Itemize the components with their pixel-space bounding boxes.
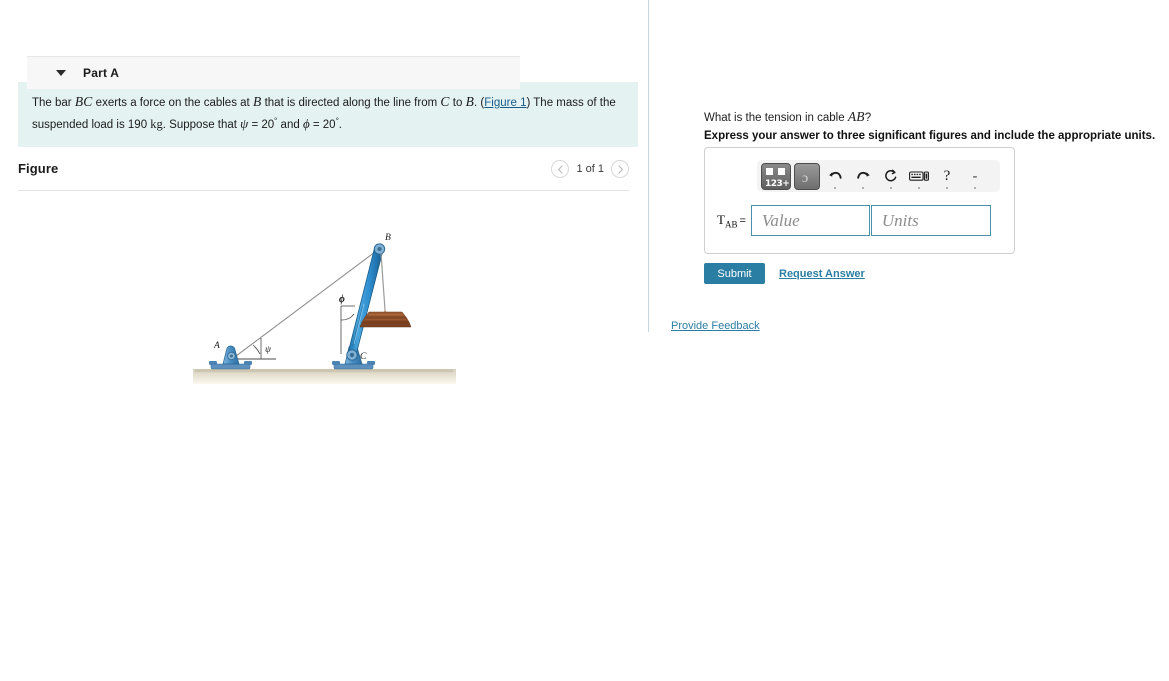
template-picker-label: 123+ <box>765 178 790 189</box>
sqrt-picker-button[interactable]: ɔ <box>794 162 820 190</box>
template-picker-button[interactable]: 123+ <box>761 162 791 190</box>
figure-prev-button[interactable] <box>551 160 570 178</box>
pin-b-inner <box>377 247 382 251</box>
redo-button[interactable] <box>850 162 876 190</box>
undo-arrow-icon <box>828 171 842 179</box>
keyboard-button[interactable] <box>906 162 932 190</box>
chevron-left-icon <box>558 164 563 174</box>
part-a-header[interactable]: Part A <box>27 56 520 89</box>
support-c-bolt-left <box>332 361 340 365</box>
left-column: The bar BC exerts a force on the cables … <box>0 0 648 681</box>
problem-text-1: The bar <box>32 97 75 109</box>
submit-button[interactable]: Submit <box>704 263 765 284</box>
answer-variable-t: T <box>717 211 725 227</box>
label-point-c: C <box>360 352 367 362</box>
help-button[interactable]: ? <box>934 162 960 190</box>
problem-text-4: to <box>449 97 466 109</box>
support-a-pin-inner <box>230 354 233 358</box>
value-input[interactable]: Value <box>750 205 870 236</box>
suspended-load <box>359 311 412 328</box>
part-a-question: What is the tension in cable AB? <box>704 109 871 125</box>
question-text: What is the tension in cable <box>704 112 848 124</box>
support-a-bolt-right <box>244 361 252 365</box>
problem-phi-eq: = 20 <box>309 118 336 131</box>
problem-statement-panel: The bar BC exerts a force on the cables … <box>18 82 638 147</box>
help-label: ? <box>943 167 951 184</box>
page-root: The bar BC exerts a force on the cables … <box>0 0 1169 681</box>
minimize-indicator-dot <box>974 187 976 189</box>
label-point-a: A <box>213 341 220 351</box>
reset-circular-arrow-icon <box>885 169 897 181</box>
redo-arrow-icon <box>857 171 870 179</box>
units-placeholder: Units <box>881 210 919 230</box>
crane-diagram-svg: ψ A C B ϕ <box>193 228 456 384</box>
problem-var-b2: B <box>465 94 475 109</box>
support-c-baseplate <box>333 363 374 370</box>
support-a-bolt-left <box>209 361 217 365</box>
value-placeholder: Value <box>761 210 800 230</box>
question-variable-ab: AB <box>847 109 865 124</box>
reset-indicator-dot <box>890 187 892 189</box>
figure-illustration[interactable]: ψ A C B ϕ <box>193 228 456 384</box>
undo-indicator-dot <box>834 187 836 189</box>
equals-sign: = <box>739 214 746 227</box>
template-square-2-icon <box>778 167 785 175</box>
problem-text-2: exerts a force on the cables at <box>92 97 253 109</box>
label-point-b: B <box>385 233 391 243</box>
answer-input-row: TAB = Value Units <box>717 205 991 236</box>
problem-var-c: C <box>440 94 450 109</box>
question-text-end: ? <box>864 112 872 124</box>
figure-divider <box>18 190 629 191</box>
pin-c-inner <box>349 352 355 358</box>
figure-page-indicator: 1 of 1 <box>576 163 604 175</box>
problem-text-end: . <box>338 118 342 131</box>
answer-variable-label: TAB <box>717 212 737 230</box>
ground-line <box>195 369 453 373</box>
part-a-label: Part A <box>83 66 120 80</box>
support-a-baseplate <box>210 363 251 370</box>
problem-text-3: that is directed along the line from <box>261 97 441 109</box>
problem-text-7: . Suppose that <box>162 118 241 131</box>
problem-var-bc: BC <box>74 94 93 109</box>
figure-pager: 1 of 1 <box>551 160 629 178</box>
template-square-1-icon <box>766 167 773 175</box>
redo-indicator-dot <box>862 187 864 189</box>
math-toolbar: 123+ ɔ ? - <box>757 160 1000 192</box>
problem-phi-symbol: ϕ <box>302 115 310 131</box>
keyboard-icon <box>909 171 929 181</box>
right-column <box>649 0 1169 681</box>
help-indicator-dot <box>946 187 948 189</box>
answer-variable-subscript: AB <box>724 219 738 230</box>
figure-title: Figure <box>18 161 59 176</box>
figure-1-link[interactable]: Figure 1 <box>484 97 526 109</box>
provide-feedback-link[interactable]: Provide Feedback <box>671 320 760 332</box>
chevron-right-icon <box>617 164 623 174</box>
units-input[interactable]: Units <box>870 205 991 236</box>
chevron-down-icon[interactable] <box>56 70 66 76</box>
problem-psi-eq: = 20 <box>248 118 275 131</box>
phi-label: ϕ <box>339 294 345 305</box>
part-a-instruction: Express your answer to three significant… <box>704 130 1156 142</box>
problem-text-and: and <box>277 118 303 131</box>
figure-header: Figure 1 of 1 <box>18 160 629 188</box>
problem-text-5: . ( <box>474 97 485 109</box>
answer-entry-box: 123+ ɔ ? - TAB = Value Units <box>704 147 1015 254</box>
minimize-button[interactable]: - <box>962 162 988 190</box>
figure-next-button[interactable] <box>611 160 629 178</box>
reset-button[interactable] <box>878 162 904 190</box>
minimize-label: - <box>972 167 978 185</box>
keyboard-indicator-dot <box>918 187 920 189</box>
support-c-bolt-right <box>367 361 375 365</box>
undo-button[interactable] <box>822 162 848 190</box>
request-answer-link[interactable]: Request Answer <box>779 268 865 280</box>
sqrt-glyph-icon: ɔ <box>802 170 809 186</box>
problem-unit-kg: kg <box>150 116 163 131</box>
